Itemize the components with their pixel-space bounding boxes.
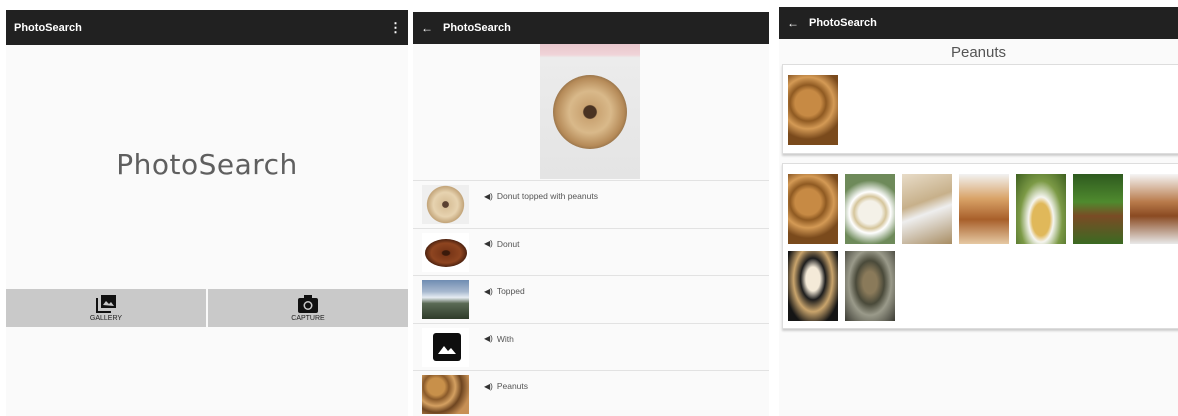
image-result[interactable] bbox=[845, 174, 895, 244]
list-item[interactable]: ◀) Peanuts bbox=[413, 370, 769, 416]
overflow-menu-icon[interactable]: ⋮ bbox=[389, 20, 402, 36]
app-title: PhotoSearch bbox=[443, 22, 511, 34]
list-item[interactable]: ◀) Donut bbox=[413, 227, 769, 276]
result-thumbnail bbox=[422, 375, 469, 414]
result-label: With bbox=[496, 333, 514, 344]
speaker-icon[interactable]: ◀) bbox=[484, 334, 493, 343]
list-item[interactable]: ◀) With bbox=[413, 322, 769, 371]
speaker-icon[interactable]: ◀) bbox=[484, 382, 493, 391]
app-title: PhotoSearch bbox=[809, 17, 877, 29]
capture-button[interactable]: CAPTURE bbox=[208, 289, 408, 327]
gallery-label: GALLERY bbox=[89, 314, 123, 322]
app-logo-text: PhotoSearch bbox=[116, 148, 298, 181]
app-title: PhotoSearch bbox=[14, 21, 82, 34]
action-buttons: GALLERY CAPTURE bbox=[6, 289, 408, 327]
image-result[interactable] bbox=[1073, 174, 1123, 244]
result-thumbnail bbox=[422, 280, 469, 319]
result-thumbnail bbox=[422, 232, 469, 272]
speaker-icon[interactable]: ◀) bbox=[484, 239, 493, 248]
result-label: Donut topped with peanuts bbox=[496, 191, 598, 201]
selected-thumbnail-card bbox=[782, 64, 1178, 154]
donut-image bbox=[553, 75, 627, 149]
gallery-button[interactable]: GALLERY bbox=[6, 289, 206, 327]
back-arrow-icon[interactable]: ← bbox=[787, 16, 799, 30]
home-screen: PhotoSearch ⋮ PhotoSearch GALLERY CAPTUR… bbox=[6, 10, 408, 416]
peanuts-image[interactable] bbox=[788, 75, 838, 145]
image-search-screen: ← PhotoSearch Peanuts bbox=[779, 7, 1178, 416]
app-bar: ← PhotoSearch bbox=[413, 12, 769, 44]
list-item[interactable]: ◀) Topped bbox=[413, 275, 769, 323]
result-thumbnail bbox=[422, 185, 469, 224]
image-result[interactable] bbox=[845, 251, 895, 321]
image-result[interactable] bbox=[1016, 174, 1066, 244]
result-label: Peanuts bbox=[496, 381, 529, 391]
result-label: Donut bbox=[496, 238, 520, 249]
image-placeholder-icon bbox=[433, 332, 461, 361]
results-screen: ← PhotoSearch ◀) Donut topped with peanut… bbox=[413, 12, 769, 416]
capture-label: CAPTURE bbox=[291, 314, 325, 322]
result-label: Topped bbox=[496, 286, 525, 296]
image-results-grid bbox=[782, 163, 1178, 329]
captured-photo bbox=[540, 44, 640, 179]
speaker-icon[interactable]: ◀) bbox=[484, 287, 493, 296]
back-arrow-icon[interactable]: ← bbox=[421, 21, 433, 35]
page-title: Peanuts bbox=[950, 44, 1007, 61]
camera-icon bbox=[298, 294, 318, 313]
result-list: ◀) Donut topped with peanuts ◀) Donut ◀) To… bbox=[413, 180, 769, 416]
image-result[interactable] bbox=[902, 174, 952, 244]
app-bar: PhotoSearch ⋮ bbox=[6, 10, 408, 45]
image-result[interactable] bbox=[1130, 174, 1178, 244]
image-result[interactable] bbox=[788, 251, 838, 321]
list-item[interactable]: ◀) Donut topped with peanuts bbox=[413, 180, 769, 228]
app-bar: ← PhotoSearch bbox=[779, 7, 1178, 39]
gallery-icon bbox=[96, 294, 116, 313]
image-result[interactable] bbox=[788, 174, 838, 244]
image-result[interactable] bbox=[959, 174, 1009, 244]
result-thumbnail bbox=[422, 327, 469, 367]
speaker-icon[interactable]: ◀) bbox=[484, 192, 493, 201]
